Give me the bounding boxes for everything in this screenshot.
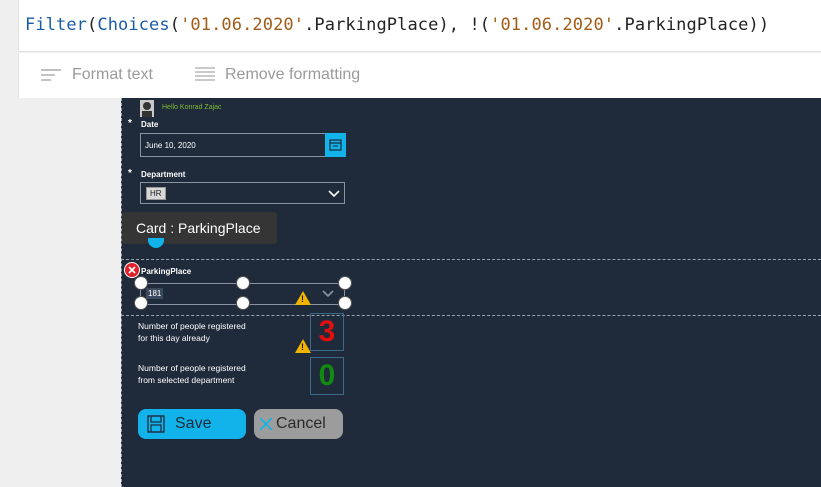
card-selection-top [121, 259, 821, 260]
warning-icon[interactable]: ! [295, 339, 311, 353]
left-panel [0, 98, 121, 487]
calendar-icon [329, 139, 342, 151]
resize-handle-bottom[interactable] [236, 296, 250, 310]
card-selection-bottom [121, 315, 821, 316]
registered-dept-label: Number of people registered from selecte… [138, 363, 246, 385]
resize-handle-bottom-right[interactable] [338, 296, 352, 310]
formula-token: '01.06.2020' [490, 15, 615, 35]
chevron-down-icon [328, 190, 340, 198]
parking-tag: 181 [146, 288, 164, 299]
save-button[interactable]: Save [138, 409, 246, 439]
remove-formatting-button[interactable]: Remove formatting [195, 66, 360, 84]
formula-token: Filter [25, 15, 88, 35]
format-text-label: Format text [72, 66, 153, 83]
remove-formatting-icon [195, 67, 215, 81]
resize-handle-top[interactable] [236, 276, 250, 290]
parking-label: ParkingPlace [141, 267, 192, 276]
format-text-button[interactable]: Format text [40, 66, 153, 84]
date-picker[interactable]: June 10, 2020 [140, 133, 326, 157]
user-icon [142, 102, 152, 117]
date-required-mark: * [128, 118, 132, 129]
format-text-icon [41, 69, 61, 81]
formula-token: '01.06.2020' [180, 15, 305, 35]
resize-handle-bottom-left[interactable] [134, 296, 148, 310]
registered-day-count: 3 [310, 313, 344, 351]
date-picker-button[interactable] [325, 133, 346, 157]
department-tag: HR [146, 187, 166, 200]
resize-handle-top-left[interactable] [134, 276, 148, 290]
department-label: Department [141, 170, 186, 179]
save-icon [147, 415, 165, 433]
resize-handle-top-right[interactable] [338, 276, 352, 290]
department-dropdown[interactable]: HR [140, 182, 345, 204]
formula-token: Choices [97, 15, 170, 35]
registered-day-label: Number of people registered for this day… [138, 321, 246, 343]
formula-token: ( [87, 15, 98, 35]
warning-icon[interactable]: ! [295, 291, 311, 305]
date-value: June 10, 2020 [145, 141, 196, 150]
cancel-label: Cancel [276, 415, 326, 432]
canvas-border [121, 98, 123, 487]
formula-token: ( [169, 15, 181, 35]
card-tooltip: Card : ParkingPlace [122, 212, 277, 244]
formula-token: .ParkingPlace)) [614, 15, 770, 35]
close-icon [259, 417, 273, 431]
chevron-down-icon [322, 290, 334, 298]
registered-dept-count: 0 [310, 357, 344, 395]
remove-formatting-label: Remove formatting [225, 66, 361, 83]
date-label: Date [141, 120, 159, 129]
cancel-button[interactable]: Cancel [254, 409, 343, 439]
department-required-mark: * [128, 168, 132, 179]
formula-input[interactable]: Filter(Choices('01.06.2020'.ParkingPlace… [25, 15, 769, 35]
greeting-text: Hello Konrad Zajac [162, 104, 222, 111]
avatar [140, 100, 154, 117]
formula-token: .ParkingPlace), !( [304, 15, 491, 35]
save-label: Save [175, 415, 212, 432]
